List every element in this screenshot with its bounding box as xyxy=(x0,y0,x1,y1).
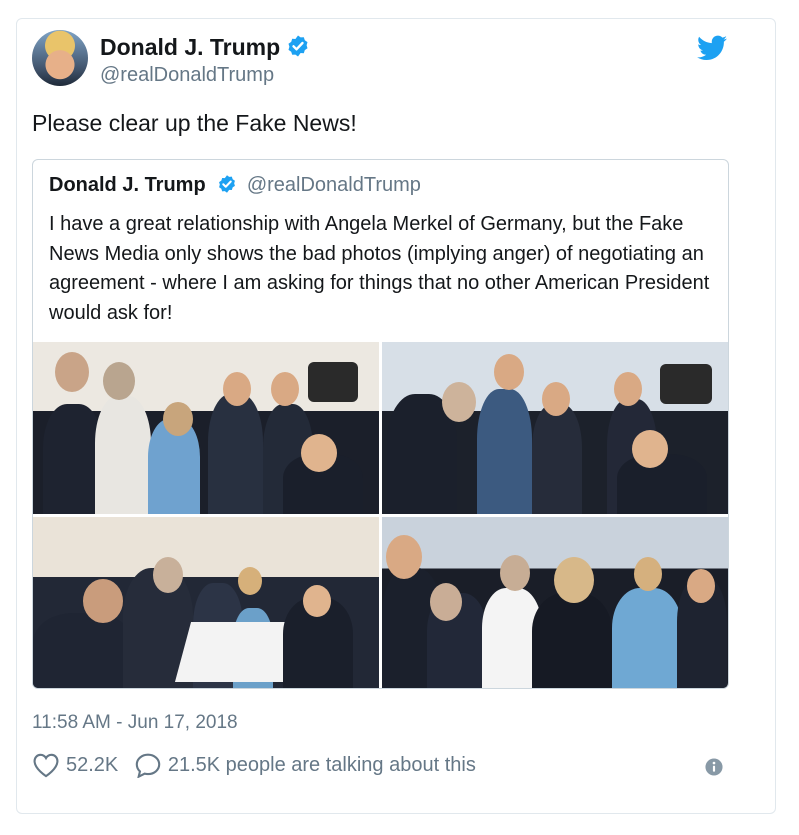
tweet-text: Please clear up the Fake News! xyxy=(32,110,357,136)
author-name[interactable]: Donald J. Trump xyxy=(100,34,310,61)
like-count: 52.2K xyxy=(66,753,119,776)
author-name-text[interactable]: Donald J. Trump xyxy=(100,34,280,60)
quoted-author-name: Donald J. Trump xyxy=(49,174,206,196)
info-icon[interactable] xyxy=(705,758,723,776)
quoted-tweet[interactable]: Donald J. Trump @realDonaldTrump I have … xyxy=(32,159,729,689)
photo-grid xyxy=(33,342,728,688)
quoted-author-handle: @realDonaldTrump xyxy=(246,174,421,196)
like-button[interactable]: 52.2K xyxy=(32,752,118,778)
photo-1[interactable] xyxy=(33,342,379,514)
speech-bubble-icon xyxy=(135,753,161,778)
quoted-tweet-text: I have a great relationship with Angela … xyxy=(49,213,710,324)
reply-count: 21.5K people are talking about this xyxy=(167,753,476,776)
photo-2[interactable] xyxy=(382,342,728,514)
twitter-bird-icon[interactable] xyxy=(697,35,727,61)
heart-icon xyxy=(33,753,59,778)
quoted-tweet-header: Donald J. Trump @realDonaldTrump xyxy=(49,174,421,197)
tweet-timestamp[interactable]: 11:58 AM - Jun 17, 2018 xyxy=(32,712,238,734)
photo-4[interactable] xyxy=(382,517,728,688)
tweet-actions: 52.2K 21.5K people are talking about thi… xyxy=(32,752,476,784)
photo-3[interactable] xyxy=(33,517,379,688)
verified-badge-icon xyxy=(288,35,308,57)
author-handle[interactable]: @realDonaldTrump xyxy=(100,64,274,87)
reply-button[interactable]: 21.5K people are talking about this xyxy=(134,752,476,778)
verified-badge-icon xyxy=(219,175,236,193)
author-avatar[interactable] xyxy=(32,30,88,86)
